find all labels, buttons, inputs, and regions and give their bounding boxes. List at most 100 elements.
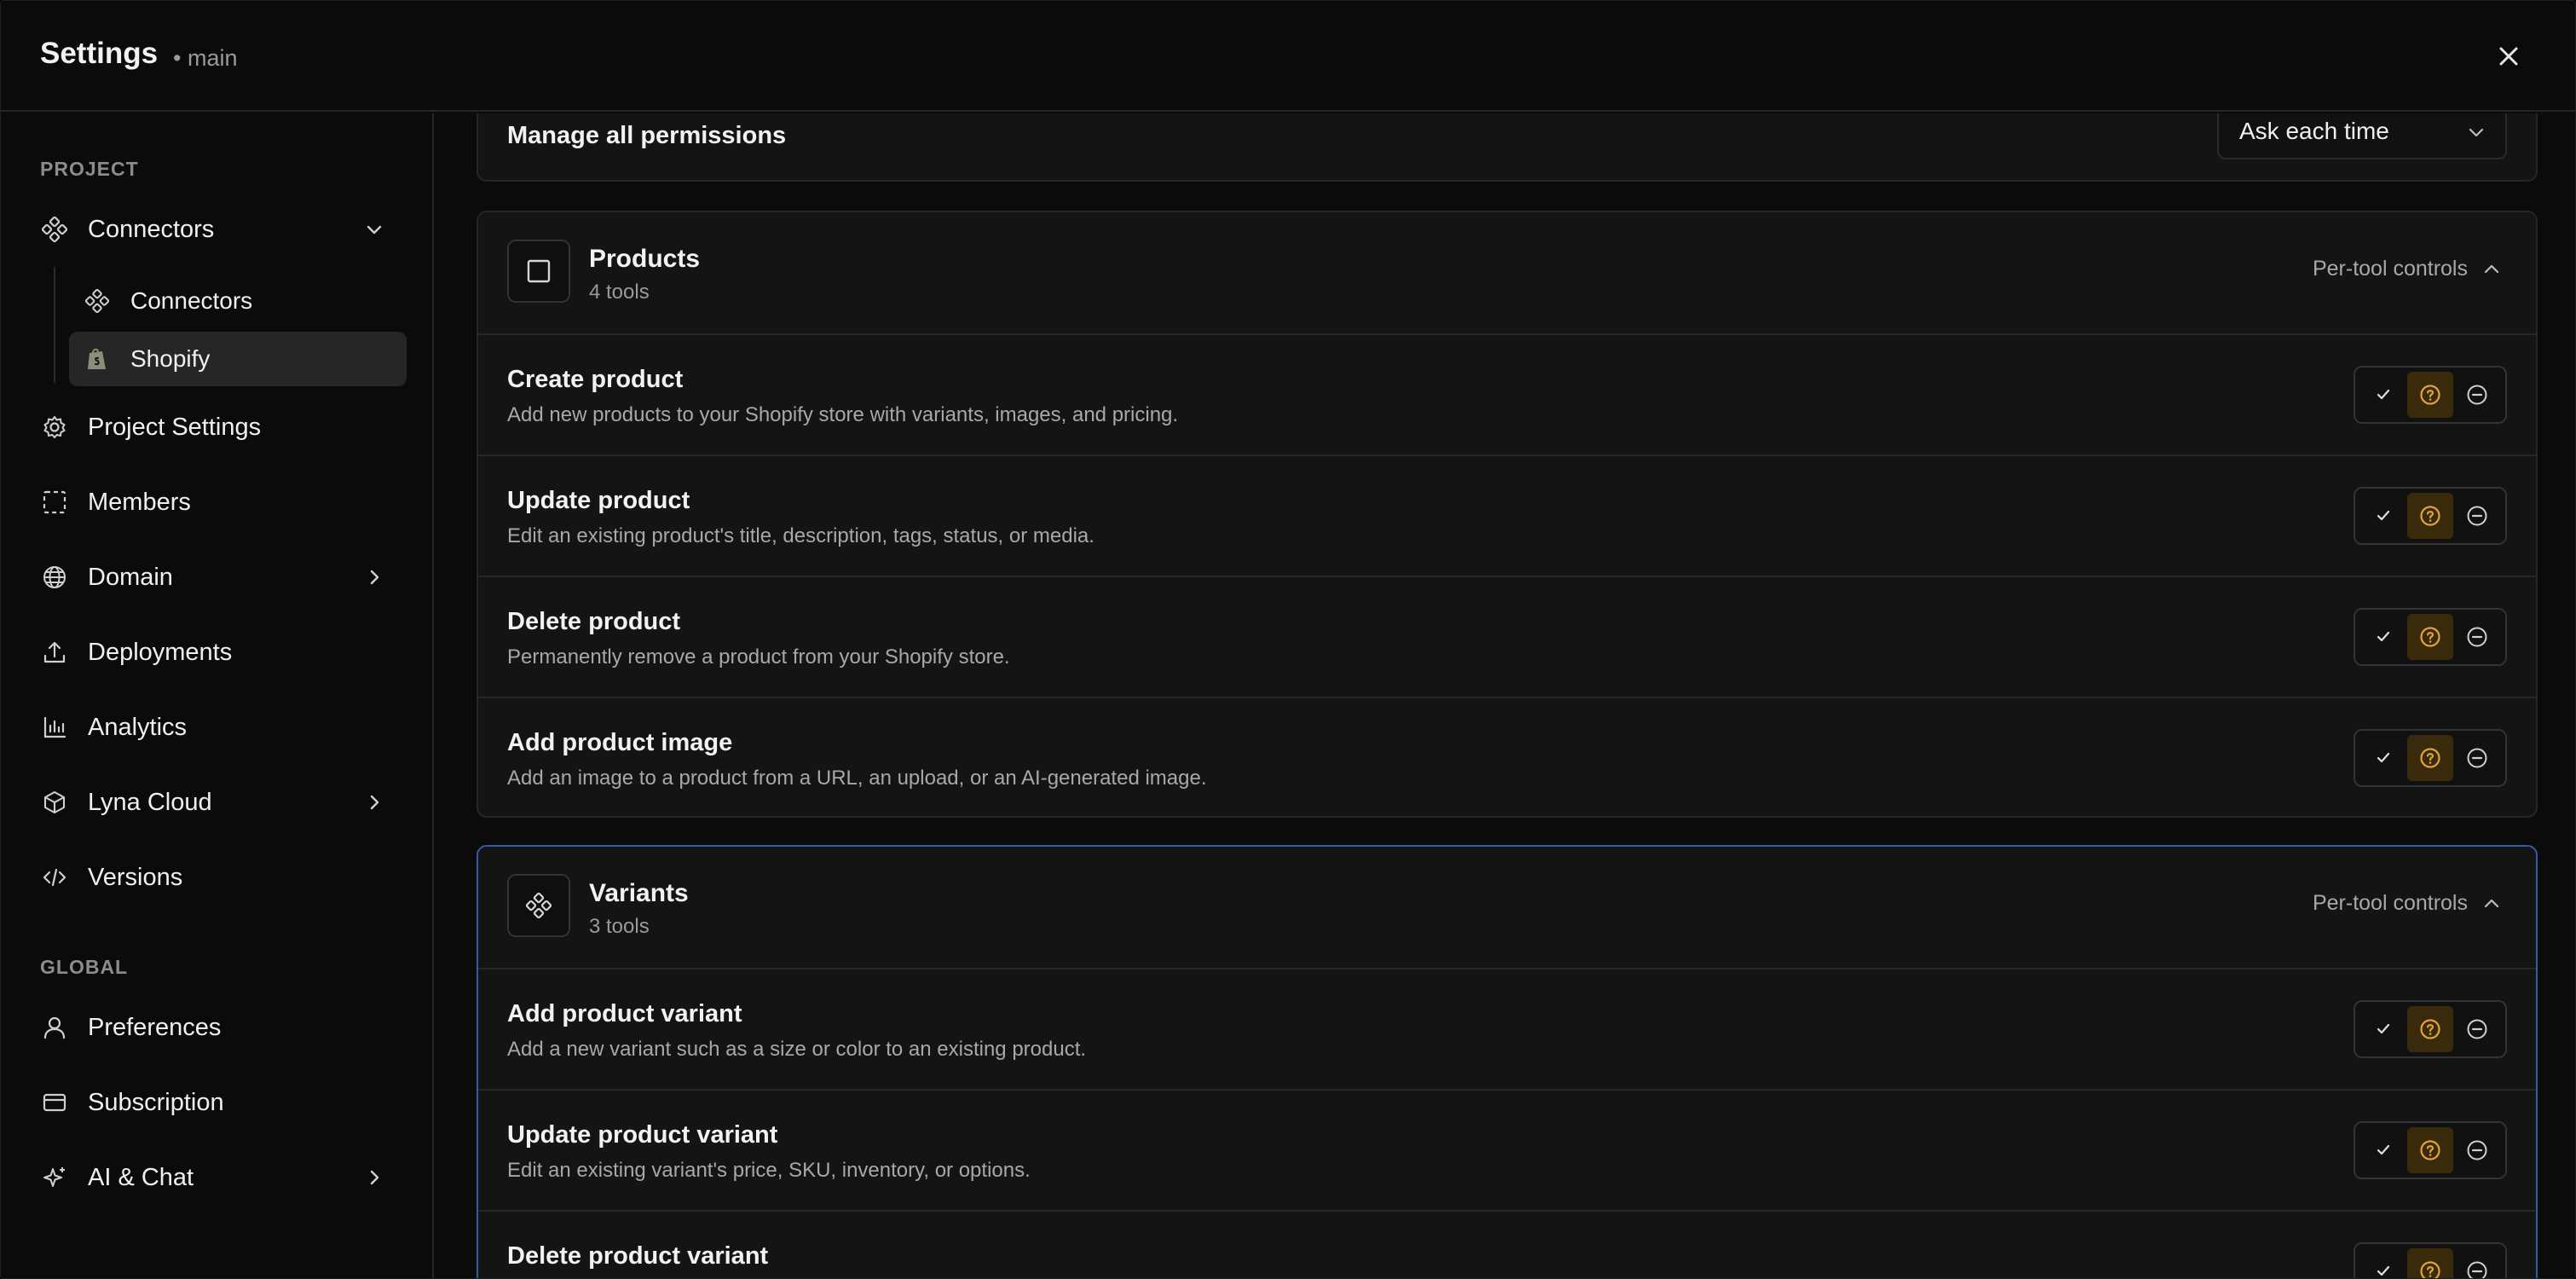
allow-option[interactable] bbox=[2360, 1006, 2407, 1052]
tool-row: Delete product variant bbox=[478, 1210, 2536, 1278]
variants-group-card: Variants 3 tools Per-tool controls Add p… bbox=[477, 845, 2538, 1278]
tool-title: Update product variant bbox=[507, 1121, 778, 1149]
allow-option[interactable] bbox=[2360, 1127, 2407, 1173]
deny-option[interactable] bbox=[2453, 1127, 2500, 1173]
ask-option[interactable] bbox=[2406, 1006, 2454, 1052]
minus-circle-icon bbox=[2467, 385, 2487, 405]
per-tool-controls-label: Per-tool controls bbox=[2312, 891, 2468, 915]
sidebar-item-label: Members bbox=[88, 488, 191, 516]
allow-option[interactable] bbox=[2360, 614, 2407, 660]
allow-option[interactable] bbox=[2360, 1248, 2407, 1278]
ask-option[interactable] bbox=[2406, 1127, 2454, 1173]
per-tool-controls-toggle[interactable]: Per-tool controls bbox=[2313, 257, 2502, 281]
check-icon bbox=[2377, 1265, 2390, 1276]
sidebar-item-lyna-cloud[interactable]: Lyna Cloud bbox=[26, 775, 407, 830]
sidebar-subitem-connectors[interactable]: Connectors bbox=[69, 274, 407, 328]
sidebar-item-connectors[interactable]: Connectors bbox=[26, 202, 407, 257]
connector-icon bbox=[40, 215, 69, 244]
check-icon bbox=[2377, 510, 2390, 521]
box-icon bbox=[507, 240, 570, 303]
sidebar-item-label: Domain bbox=[88, 563, 173, 591]
ask-option[interactable] bbox=[2406, 1248, 2454, 1278]
chevron-right-icon[interactable] bbox=[362, 790, 386, 814]
ask-option[interactable] bbox=[2406, 372, 2454, 418]
upload-icon bbox=[40, 638, 69, 667]
sidebar-item-label: Versions bbox=[88, 863, 183, 891]
chevron-down-icon[interactable] bbox=[362, 217, 386, 241]
settings-header: Settings • main bbox=[1, 1, 2575, 112]
sidebar-item-subscription[interactable]: Subscription bbox=[26, 1075, 407, 1130]
section-label-project: PROJECT bbox=[40, 158, 139, 180]
sidebar-item-versions[interactable]: Versions bbox=[26, 850, 407, 905]
close-button[interactable] bbox=[2492, 39, 2526, 73]
globe-icon bbox=[40, 563, 69, 592]
variants-group-header[interactable]: Variants 3 tools Per-tool controls bbox=[478, 847, 2536, 968]
tool-description: Permanently remove a product from your S… bbox=[507, 645, 1010, 668]
permission-selector bbox=[2354, 1121, 2507, 1179]
deny-option[interactable] bbox=[2453, 493, 2500, 539]
deny-option[interactable] bbox=[2453, 1006, 2500, 1052]
branch-label: • main bbox=[173, 45, 238, 71]
chevron-right-icon[interactable] bbox=[362, 565, 386, 589]
settings-window: Settings • main PROJECT Connectors Conne… bbox=[0, 0, 2576, 1279]
sidebar-item-analytics[interactable]: Analytics bbox=[26, 700, 407, 755]
sidebar-item-deployments[interactable]: Deployments bbox=[26, 625, 407, 680]
sidebar-item-ai-chat[interactable]: AI & Chat bbox=[26, 1150, 407, 1205]
minus-circle-icon bbox=[2467, 506, 2487, 526]
tool-title: Delete product bbox=[507, 608, 681, 635]
manage-all-label: Manage all permissions bbox=[507, 122, 787, 149]
section-label-global: GLOBAL bbox=[40, 956, 129, 978]
question-circle-icon bbox=[2420, 627, 2440, 647]
question-circle-icon bbox=[2420, 385, 2440, 405]
sidebar-item-label: Preferences bbox=[88, 1013, 222, 1041]
deny-option[interactable] bbox=[2453, 1248, 2500, 1278]
sidebar-subitem-label: Connectors bbox=[130, 287, 253, 314]
sidebar-item-members[interactable]: Members bbox=[26, 475, 407, 530]
allow-option[interactable] bbox=[2360, 493, 2407, 539]
sidebar-item-label: Deployments bbox=[88, 638, 233, 666]
tool-description: Add a new variant such as a size or colo… bbox=[507, 1038, 1087, 1061]
permission-selector bbox=[2354, 366, 2507, 424]
ask-option[interactable] bbox=[2406, 493, 2454, 539]
allow-option[interactable] bbox=[2360, 735, 2407, 781]
deny-option[interactable] bbox=[2453, 372, 2500, 418]
sidebar-item-project-settings[interactable]: Project Settings bbox=[26, 400, 407, 454]
minus-circle-icon bbox=[2467, 1261, 2487, 1278]
permission-selector bbox=[2354, 1242, 2507, 1278]
permission-selector bbox=[2354, 487, 2507, 545]
group-tool-count: 3 tools bbox=[589, 915, 650, 938]
group-tool-count: 4 tools bbox=[589, 281, 650, 304]
dropdown-value: Ask each time bbox=[2239, 118, 2389, 144]
sidebar-item-domain[interactable]: Domain bbox=[26, 550, 407, 605]
members-icon bbox=[40, 488, 69, 517]
allow-option[interactable] bbox=[2360, 372, 2407, 418]
bar-chart-icon bbox=[40, 713, 69, 742]
chevron-down-icon bbox=[2466, 122, 2486, 147]
sidebar-item-label: Analytics bbox=[88, 713, 188, 741]
sidebar-subitem-shopify[interactable]: Shopify bbox=[69, 332, 407, 386]
manage-all-dropdown[interactable]: Ask each time bbox=[2217, 113, 2507, 159]
question-circle-icon bbox=[2420, 506, 2440, 526]
ask-option[interactable] bbox=[2406, 735, 2454, 781]
manage-all-card: Manage all permissions Ask each time bbox=[477, 113, 2538, 182]
ask-option[interactable] bbox=[2406, 614, 2454, 660]
tool-title: Create product bbox=[507, 366, 684, 393]
check-icon bbox=[2377, 389, 2390, 400]
permission-selector bbox=[2354, 1000, 2507, 1058]
products-group-header[interactable]: Products 4 tools Per-tool controls bbox=[478, 212, 2536, 333]
chevron-up-icon bbox=[2484, 264, 2499, 273]
sparkle-icon bbox=[40, 1163, 69, 1192]
tool-row: Add product variant Add a new variant su… bbox=[478, 968, 2536, 1089]
connector-icon bbox=[507, 874, 570, 937]
per-tool-controls-toggle[interactable]: Per-tool controls bbox=[2313, 891, 2502, 916]
connector-icon bbox=[84, 288, 110, 314]
per-tool-controls-label: Per-tool controls bbox=[2312, 257, 2468, 281]
sidebar-item-preferences[interactable]: Preferences bbox=[26, 1000, 407, 1055]
deny-option[interactable] bbox=[2453, 614, 2500, 660]
group-title: Products bbox=[589, 245, 701, 273]
tool-row: Add product image Add an image to a prod… bbox=[478, 697, 2536, 816]
deny-option[interactable] bbox=[2453, 735, 2500, 781]
sidebar-item-label: AI & Chat bbox=[88, 1163, 194, 1191]
chevron-right-icon[interactable] bbox=[362, 1166, 386, 1189]
sidebar-item-label: Subscription bbox=[88, 1088, 224, 1116]
